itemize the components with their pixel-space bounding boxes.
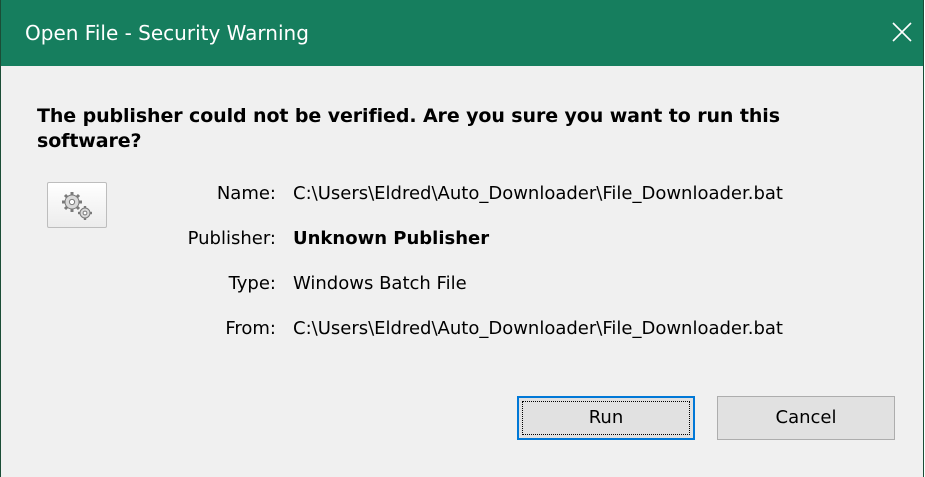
title-bar[interactable]: Open File - Security Warning (1, 0, 923, 66)
window-title: Open File - Security Warning (25, 21, 309, 45)
publisher-label: Publisher: (187, 228, 276, 249)
security-warning-dialog: Open File - Security Warning The publish… (0, 0, 924, 477)
close-icon (892, 22, 912, 42)
type-value: Windows Batch File (293, 273, 467, 294)
run-button-label: Run (588, 407, 624, 428)
type-label: Type: (228, 273, 276, 294)
close-button[interactable] (877, 0, 923, 66)
publisher-value: Unknown Publisher (293, 228, 490, 249)
cancel-button[interactable]: Cancel (717, 396, 895, 440)
from-value: C:\Users\Eldred\Auto_Downloader\File_Dow… (293, 318, 783, 339)
dialog-content: The publisher could not be verified. Are… (1, 66, 923, 477)
name-value: C:\Users\Eldred\Auto_Downloader\File_Dow… (293, 183, 783, 204)
warning-headline: The publisher could not be verified. Are… (37, 105, 780, 152)
run-button[interactable]: Run (517, 396, 695, 440)
from-label: From: (225, 318, 276, 339)
name-label: Name: (216, 183, 276, 204)
